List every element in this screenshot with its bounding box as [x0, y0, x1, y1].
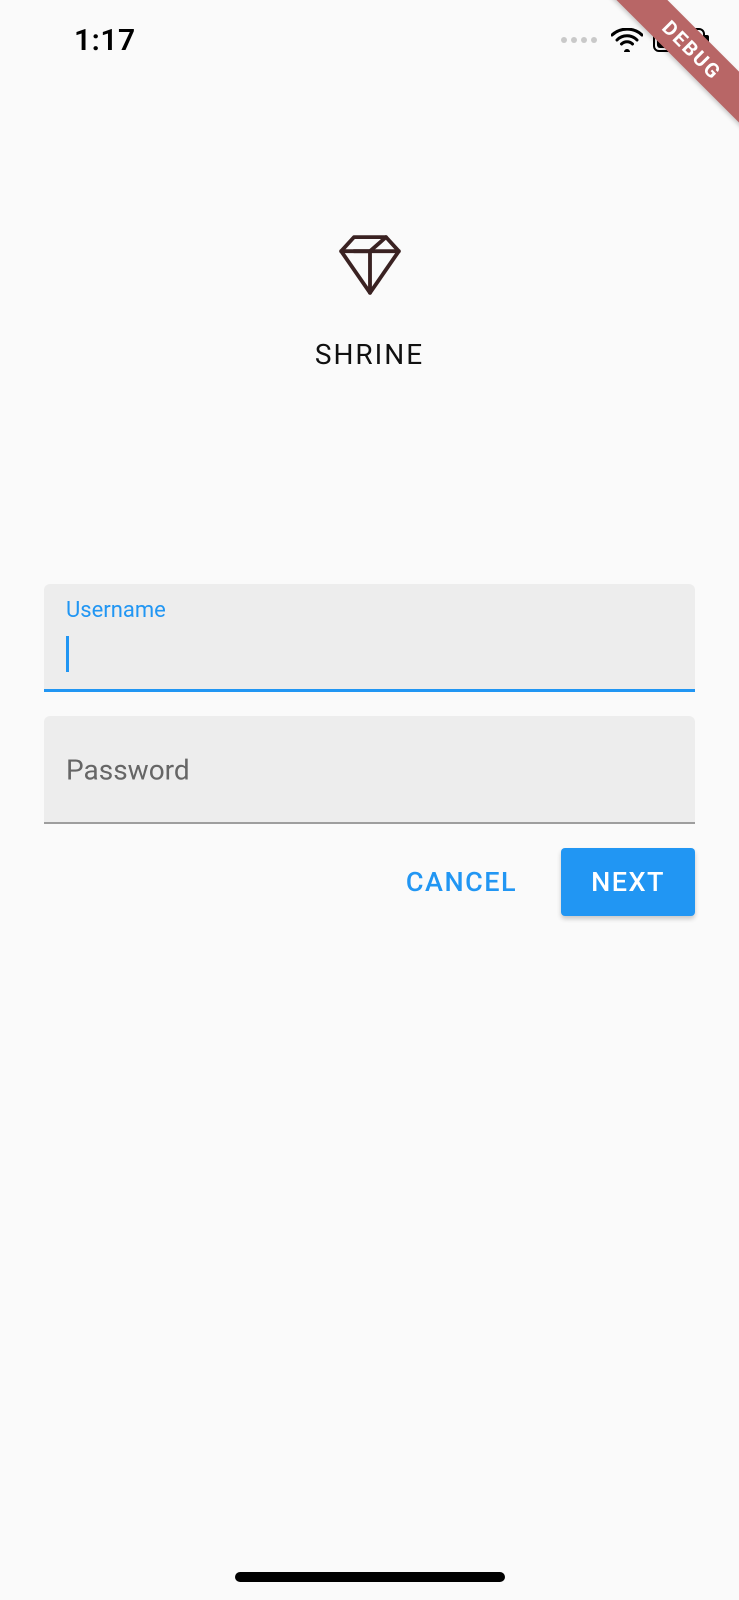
home-indicator [235, 1572, 505, 1582]
login-form: Username Password CANCEL NEXT [44, 584, 695, 916]
username-field[interactable] [66, 630, 673, 678]
field-underline [44, 689, 695, 692]
username-field-container: Username [44, 584, 695, 692]
field-underline [44, 822, 695, 824]
status-time: 1:17 [74, 23, 136, 58]
diamond-icon [338, 232, 402, 296]
app-title: SHRINE [315, 338, 424, 371]
cancel-button[interactable]: CANCEL [376, 848, 547, 916]
username-label: Username [66, 598, 166, 623]
cellular-dots-icon [561, 37, 597, 43]
text-caret [66, 636, 69, 672]
password-field[interactable] [66, 762, 673, 810]
password-field-container: Password [44, 716, 695, 824]
app-logo-block: SHRINE [0, 232, 739, 371]
wifi-icon [611, 28, 643, 52]
button-row: CANCEL NEXT [44, 848, 695, 916]
next-button[interactable]: NEXT [561, 848, 695, 916]
